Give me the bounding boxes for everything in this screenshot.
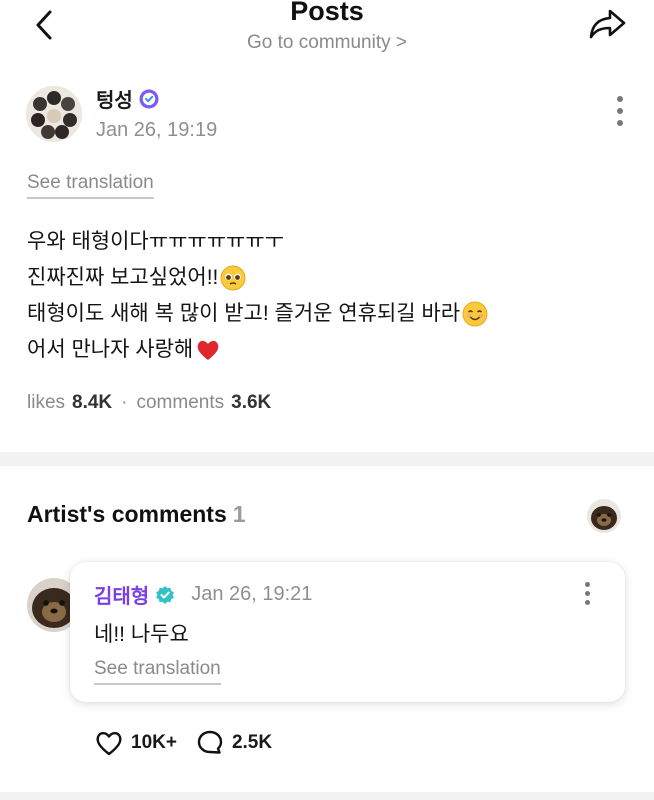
dog-avatar-icon (587, 499, 621, 533)
dot-icon (617, 120, 623, 126)
comment-reply-count: 2.5K (231, 732, 273, 753)
artist-comments-title: Artist's comments 1 (27, 501, 246, 528)
share-button[interactable] (588, 6, 628, 42)
page-title: Posts (290, 0, 364, 26)
group-photo-icon (26, 86, 82, 142)
comment-header: 김태형 Jan 26, 19:21 (94, 580, 312, 609)
comment-like-count: 10K+ (131, 732, 177, 753)
dot-icon (584, 600, 590, 605)
comment-more-button[interactable] (583, 582, 591, 608)
author-avatar[interactable] (26, 86, 82, 142)
post-line: 진짜진짜 보고싶었어!! (27, 260, 488, 296)
commenter-name[interactable]: 김태형 (94, 580, 149, 609)
artist-verified-icon (156, 585, 175, 604)
speech-bubble-icon (197, 730, 223, 754)
comments-label[interactable]: comments (136, 392, 224, 414)
dot-icon (584, 582, 590, 587)
post-timestamp: Jan 26, 19:19 (96, 119, 218, 141)
artist-avatar-small[interactable] (587, 499, 621, 533)
artist-comments-section: Artist's comments 1 김태형 Jan 26, 19:21 네!… (0, 466, 654, 800)
go-to-community-link[interactable]: Go to community > (0, 32, 654, 54)
dot-icon (584, 591, 590, 596)
post-line: 우와 태형이다ㅠㅠㅠㅠㅠㅠㅜ (27, 224, 488, 260)
top-nav-bar: Posts Go to community > (0, 0, 654, 66)
comment-actions: 10K+ 2.5K (94, 728, 290, 758)
stats-separator: · (121, 392, 128, 413)
likes-count: 8.4K (72, 392, 113, 413)
dot-icon (617, 96, 623, 102)
post-card: 텅성 Jan 26, 19:19 See translation 우와 태형이다… (0, 66, 654, 450)
post-stats: likes 8.4K · comments 3.6K (27, 392, 271, 414)
dot-icon (617, 108, 623, 114)
verified-badge-icon (139, 89, 159, 108)
post-line-text: 어서 만나자 사랑해 (27, 338, 194, 361)
comment-text: 네!! 나두요 (94, 623, 189, 646)
post-line-text: 우와 태형이다ㅠㅠㅠㅠㅠㅠㅜ (27, 230, 284, 253)
comment-like-button[interactable]: 10K+ (94, 728, 177, 758)
artist-comments-count: 1 (232, 501, 246, 527)
post-more-button[interactable] (614, 96, 626, 132)
see-translation-link[interactable]: See translation (27, 172, 154, 199)
comment-timestamp: Jan 26, 19:21 (191, 583, 313, 605)
author-row: 텅성 (96, 84, 159, 113)
pleading-face-icon (220, 265, 246, 291)
section-divider (0, 452, 654, 466)
comments-count[interactable]: 3.6K (231, 392, 271, 414)
post-line-text: 태형이도 새해 복 많이 받고! 즐거운 연휴되길 바라 (27, 302, 461, 325)
heart-outline-icon (96, 731, 122, 756)
author-name[interactable]: 텅성 (96, 84, 133, 113)
comment-see-translation-link[interactable]: See translation (94, 658, 221, 685)
artist-comment-card: 김태형 Jan 26, 19:21 네!! 나두요 See translatio… (70, 562, 625, 702)
bottom-divider (0, 792, 654, 800)
artist-comments-title-text: Artist's comments (27, 501, 227, 527)
share-arrow-icon (589, 9, 626, 39)
comment-reply-button[interactable]: 2.5K (195, 728, 272, 758)
post-line: 어서 만나자 사랑해 (27, 332, 488, 368)
post-line: 태형이도 새해 복 많이 받고! 즐거운 연휴되길 바라 (27, 296, 488, 332)
post-body: 우와 태형이다ㅠㅠㅠㅠㅠㅠㅜ 진짜진짜 보고싶었어!! 태형이도 새해 복 많이… (27, 224, 488, 368)
red-heart-icon (197, 340, 219, 360)
likes-label: likes (27, 392, 66, 413)
post-line-text: 진짜진짜 보고싶었어!! (27, 266, 219, 289)
smiling-face-icon (462, 301, 488, 327)
